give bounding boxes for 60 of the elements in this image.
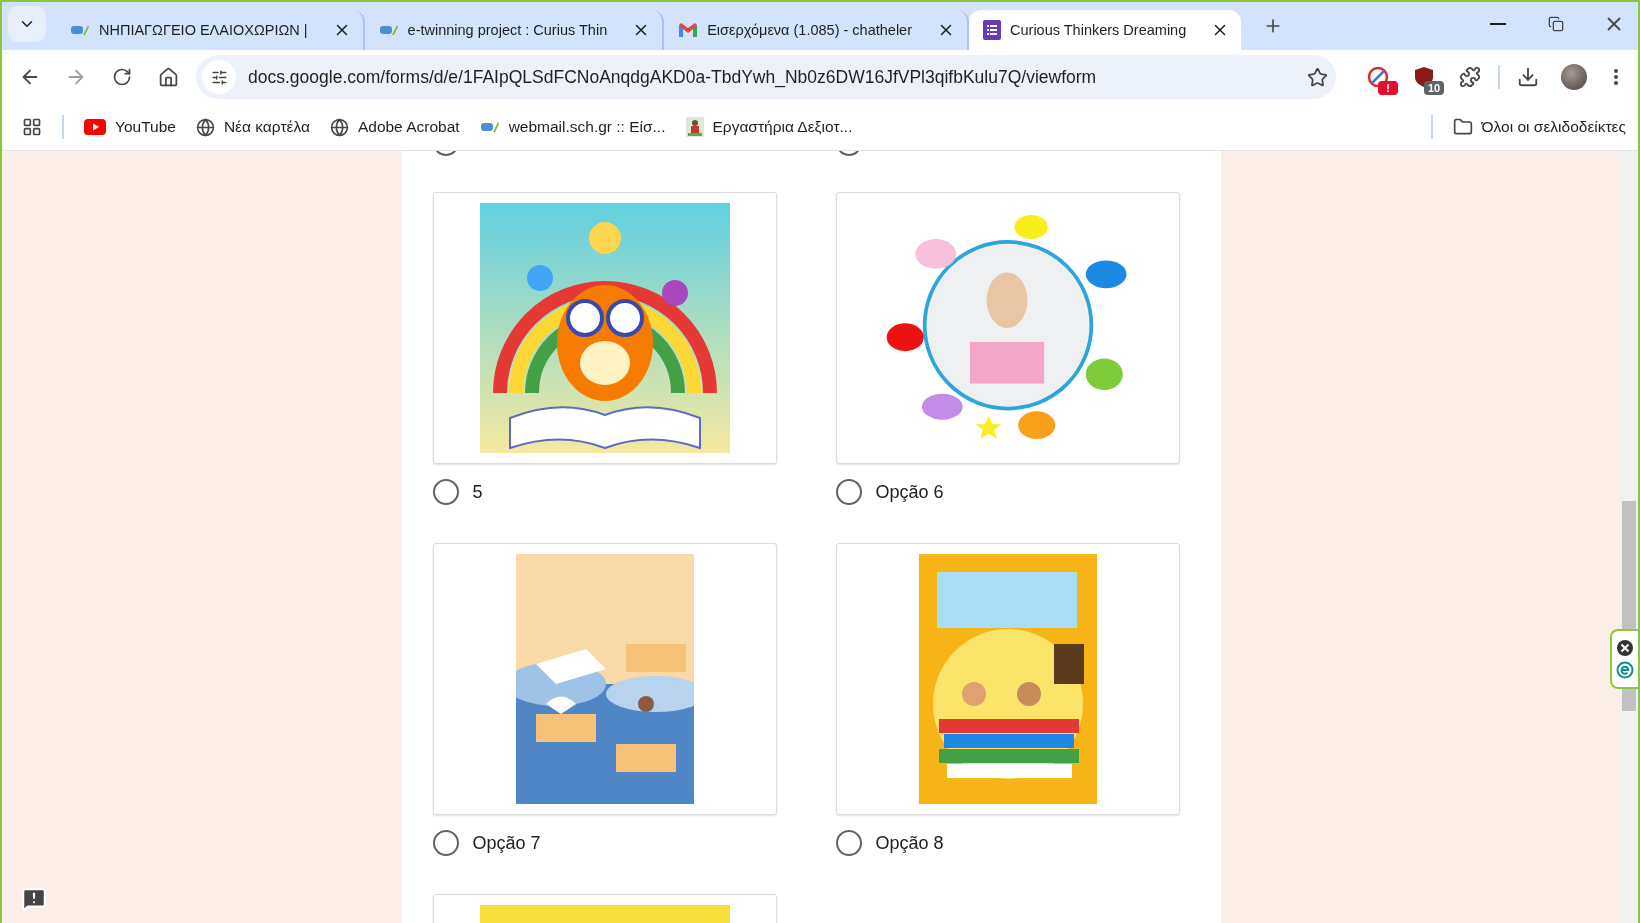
extension-badge: 10 <box>1424 81 1444 95</box>
folder-icon <box>1452 117 1473 137</box>
bookmark-label: webmail.sch.gr :: Είσ... <box>508 118 666 136</box>
option-label: Opção 6 <box>875 481 944 503</box>
address-bar[interactable]: docs.google.com/forms/d/e/1FAIpQLSdFCNoAnqdgAKD0a-TbdYwh_Nb0z6DW16JfVPl3qifbKulu7Q/viewform <box>196 55 1336 99</box>
home-icon <box>157 66 179 88</box>
bookmark-label: Adobe Acrobat <box>357 118 460 136</box>
bookmark-item[interactable]: Νέα καρτέλα <box>195 117 310 137</box>
site-info-button[interactable] <box>202 60 236 94</box>
bookmark-item[interactable]: Εργαστήρια Δεξιοτ... <box>685 117 853 137</box>
bookmark-item[interactable]: Adobe Acrobat <box>329 117 460 137</box>
site-icon <box>70 23 90 37</box>
all-bookmarks-item[interactable]: Όλοι οι σελιδοδείκτες <box>1452 117 1626 137</box>
tab-title: ΝΗΠΙΑΓΩΓΕΙΟ ΕΛΑΙΟΧΩΡΙΩΝ | <box>99 22 308 38</box>
option-label: Opção 7 <box>472 832 541 854</box>
bookmark-item[interactable]: YouTube <box>84 118 176 136</box>
menu-icon <box>1614 69 1618 85</box>
browser-tab[interactable]: e-twinning project : Curius Thin <box>364 10 665 50</box>
radio-button[interactable] <box>432 479 459 505</box>
shield-logo-icon <box>1616 661 1634 679</box>
puzzle-icon <box>1459 66 1481 88</box>
radio-button[interactable] <box>835 479 862 505</box>
extension-button[interactable]: ! <box>1360 59 1396 95</box>
extension-badge: ! <box>1378 81 1398 95</box>
bookmark-item[interactable]: webmail.sch.gr :: Είσ... <box>479 118 666 136</box>
radio-button[interactable] <box>835 830 862 856</box>
mail-icon <box>678 22 699 38</box>
apps-icon[interactable] <box>22 117 42 137</box>
avatar <box>1561 64 1587 90</box>
bookmark-label: Όλοι οι σελιδοδείκτες <box>1481 118 1626 136</box>
figure-icon <box>685 117 704 137</box>
browser-tab[interactable]: ΝΗΠΙΑΓΩΓΕΙΟ ΕΛΑΙΟΧΩΡΙΩΝ | <box>56 10 365 50</box>
site-icon <box>378 23 399 37</box>
bookmark-label: Νέα καρτέλα <box>223 118 310 136</box>
form-icon <box>983 20 1001 40</box>
blocked-sign-icon <box>1367 66 1389 88</box>
minimize-icon <box>1490 23 1506 25</box>
tab-title: e-twinning project : Curius Thin <box>407 22 608 38</box>
tab-title: Curious Thinkers Dreaming <box>1010 22 1187 38</box>
bookmark-label: YouTube <box>115 118 176 136</box>
extension-button[interactable]: 10 <box>1406 59 1442 95</box>
feedback-button[interactable] <box>20 885 48 913</box>
radio-button[interactable] <box>432 830 459 856</box>
sliders-icon <box>210 68 228 86</box>
close-icon[interactable] <box>1616 639 1634 657</box>
download-icon <box>1517 66 1539 88</box>
url-text: docs.google.com/forms/d/e/1FAIpQLSdFCNoAnqdgAKD0a-TbdYwh_Nb0z6DW16JfVPl3qifbKulu7Q/viewform <box>248 66 1098 88</box>
site-icon <box>479 120 500 134</box>
option-label: 5 <box>472 481 483 503</box>
feedback-icon <box>21 886 47 912</box>
globe-icon <box>195 117 215 137</box>
reload-icon <box>112 67 132 87</box>
tab-title: Εισερχόμενα (1.085) - chatheler <box>707 22 912 38</box>
restore-icon <box>1548 16 1564 32</box>
browser-tab[interactable]: Curious Thinkers Dreaming <box>969 10 1242 50</box>
option-label: Opção 8 <box>875 832 944 854</box>
video-icon <box>84 119 106 135</box>
globe-icon <box>329 117 349 137</box>
bookmark-label: Εργαστήρια Δεξιοτ... <box>712 118 853 136</box>
bookmark-star-icon[interactable] <box>1307 66 1328 88</box>
